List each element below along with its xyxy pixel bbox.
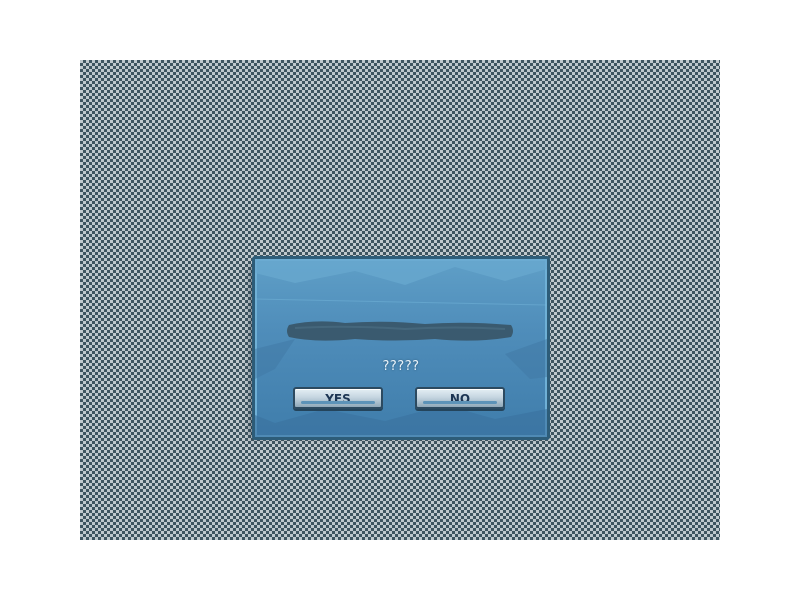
- yes-button[interactable]: YES: [293, 387, 383, 409]
- game-screen-background: ????? YES NO: [80, 60, 720, 540]
- dialog-texture: [255, 259, 547, 437]
- no-button[interactable]: NO: [415, 387, 505, 409]
- dialog-title-bar: [287, 321, 513, 341]
- no-button-stripe: [423, 401, 497, 404]
- confirm-dialog: ????? YES NO: [252, 256, 550, 440]
- yes-button-stripe: [301, 401, 375, 404]
- dialog-message: ?????: [382, 359, 420, 374]
